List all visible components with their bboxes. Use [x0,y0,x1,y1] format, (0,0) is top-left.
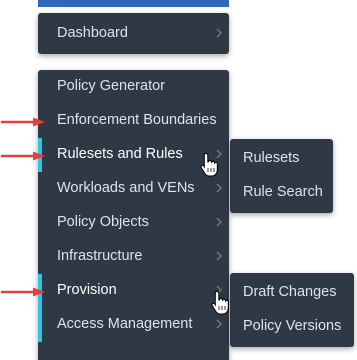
hand-pointer-cursor [211,290,229,315]
nav-item-policy-generator[interactable]: Policy Generator [38,70,229,104]
nav-item-label: Rulesets and Rules [57,146,183,162]
chevron-right-icon [216,319,222,329]
hand-pointer-cursor [200,152,218,177]
accent-bar [38,308,42,342]
red-arrow-annotation [0,117,45,127]
chevron-right-icon [216,217,222,227]
nav-item-enforcement-boundaries[interactable]: Enforcement Boundaries [38,104,229,138]
submenu-item-label: Rulesets [243,150,300,166]
nav-item-infrastructure[interactable]: Infrastructure [38,240,229,274]
nav-item-access-management[interactable]: Access Management [38,308,229,342]
nav-item-label: Infrastructure [57,248,143,264]
screenshot-stage: Dashboard Policy Generator Enforcement B… [0,0,357,360]
chevron-right-icon [216,183,222,193]
nav-item-label: Policy Objects [57,214,149,230]
nav-item-label: Enforcement Boundaries [57,112,217,128]
submenu-item-policy-versions[interactable]: Policy Versions [230,310,354,344]
header-bar-edge [38,0,229,7]
nav-item-label: Provision [57,282,117,298]
chevron-right-icon [216,28,222,38]
nav-item-label: Dashboard [57,25,128,41]
red-arrow-annotation [0,287,45,297]
submenu-item-label: Draft Changes [243,284,337,300]
nav-item-label: Workloads and VENs [57,180,195,196]
submenu-provision: Draft Changes Policy Versions [230,273,354,347]
nav-item-label: Policy Generator [57,78,165,94]
submenu-item-rulesets[interactable]: Rulesets [230,142,333,176]
nav-item-label: Access Management [57,316,193,332]
submenu-rulesets: Rulesets Rule Search [230,139,333,213]
submenu-item-draft-changes[interactable]: Draft Changes [230,276,354,310]
nav-menu-main: Policy Generator Enforcement Boundaries … [38,70,229,360]
submenu-item-label: Rule Search [243,184,323,200]
nav-item-provision[interactable]: Provision [38,274,229,308]
red-arrow-annotation [0,151,45,161]
nav-menu-top: Dashboard [38,13,229,54]
chevron-right-icon [216,251,222,261]
submenu-item-rule-search[interactable]: Rule Search [230,176,333,210]
nav-item-policy-objects[interactable]: Policy Objects [38,206,229,240]
submenu-item-label: Policy Versions [243,318,342,334]
nav-item-dashboard[interactable]: Dashboard [38,17,229,51]
